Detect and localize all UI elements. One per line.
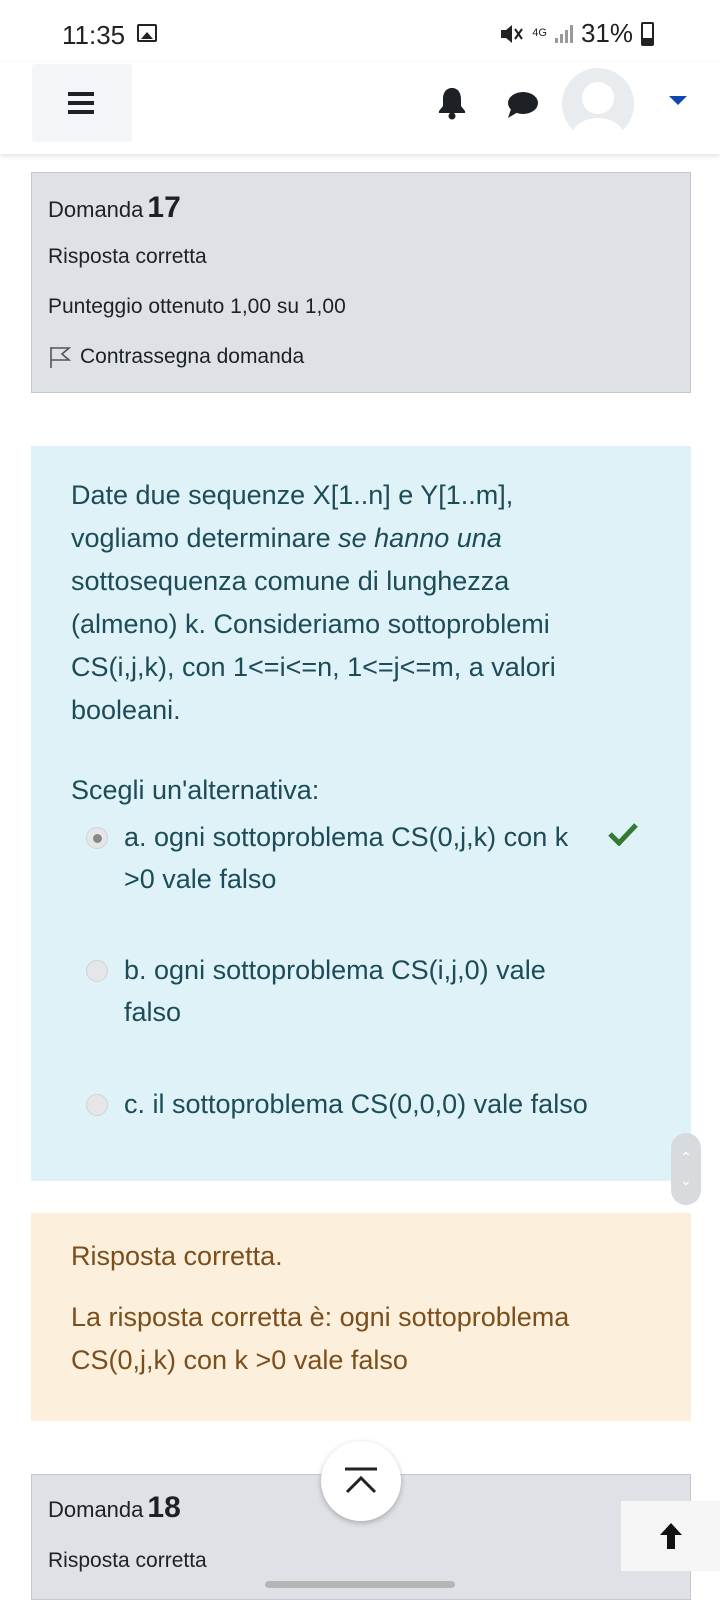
scroll-to-top-button[interactable] [321,1441,401,1521]
network-type: 4G [532,27,547,39]
mute-icon [501,24,524,43]
question-grade: Punteggio ottenuto 1,00 su 1,00 [48,295,346,318]
messages-icon[interactable] [505,90,539,120]
hamburger-menu-button[interactable] [32,64,132,142]
battery-percent: 31% [580,18,633,48]
question-text-part2: sottosequenza comune di lunghezza (almen… [71,566,556,725]
question-label: Domanda [48,197,144,222]
question-state: Risposta corretta [48,245,207,268]
answer-label-b: b. ogni sottoproblema CS(i,j,0) vale fal… [124,955,546,1027]
next-question-number-value: 18 [147,1491,181,1524]
status-time: 11:35 [62,20,126,50]
arrow-up-icon [659,1523,682,1549]
answer-option-b[interactable]: b. ogni sottoproblema CS(i,j,0) vale fal… [86,949,646,1039]
radio-button-c[interactable] [86,1094,108,1116]
radio-button-a[interactable] [86,827,108,849]
question-content: Date due sequenze X[1..n] e Y[1..m], vog… [31,446,691,1181]
correct-check-icon [608,823,638,846]
answer-label-c: c. il sottoproblema CS(0,0,0) vale falso [124,1089,588,1119]
battery-icon [641,21,654,46]
notification-bell-icon[interactable] [437,86,467,120]
user-avatar[interactable] [562,68,634,140]
flag-label: Contrassegna domanda [80,345,305,368]
question-text-italic: se hanno una [338,523,502,553]
question-text: Date due sequenze X[1..n] e Y[1..m], vog… [71,474,591,732]
answer-label-a: a. ogni sottoproblema CS(0,j,k) con k >0… [124,822,569,894]
question-number-value: 17 [147,191,181,224]
next-question-number: Domanda 18 [48,1491,181,1525]
next-question-label: Domanda [48,1497,144,1522]
flag-icon [50,347,72,368]
user-menu-caret-icon[interactable] [669,96,687,105]
flag-question-link[interactable]: Contrassegna domanda [48,345,304,369]
question-info-panel: Domanda 17 Risposta corretta Punteggio ot… [31,172,691,393]
next-question-state: Risposta corretta [48,1549,207,1572]
scroll-to-top-icon [345,1467,377,1494]
status-indicators: 4G 31% [498,18,654,49]
back-to-top-button[interactable] [621,1501,720,1571]
signal-icon [554,24,573,43]
feedback-panel: Risposta corretta. La risposta corretta … [31,1213,691,1421]
answer-prompt: Scegli un'alternativa: [71,775,320,805]
question-number: Domanda 17 [48,191,181,225]
chevron-up-icon: ⌃ [680,1149,692,1165]
home-indicator[interactable] [265,1581,455,1588]
feedback-status: Risposta corretta. [71,1241,283,1271]
avatar-placeholder-icon [572,82,624,140]
answer-option-a[interactable]: a. ogni sottoproblema CS(0,j,k) con k >0… [86,816,646,906]
scroll-handle[interactable]: ⌃ ⌄ [671,1133,701,1205]
top-navbar [0,62,720,154]
answer-option-c[interactable]: c. il sottoproblema CS(0,0,0) vale falso [86,1083,646,1133]
chevron-down-icon: ⌄ [680,1172,692,1188]
status-bar: 11:35 4G 31% [0,0,720,62]
feedback-right-answer: La risposta corretta è: ogni sottoproble… [71,1302,570,1375]
gallery-icon [137,24,157,42]
radio-button-b[interactable] [86,960,108,982]
